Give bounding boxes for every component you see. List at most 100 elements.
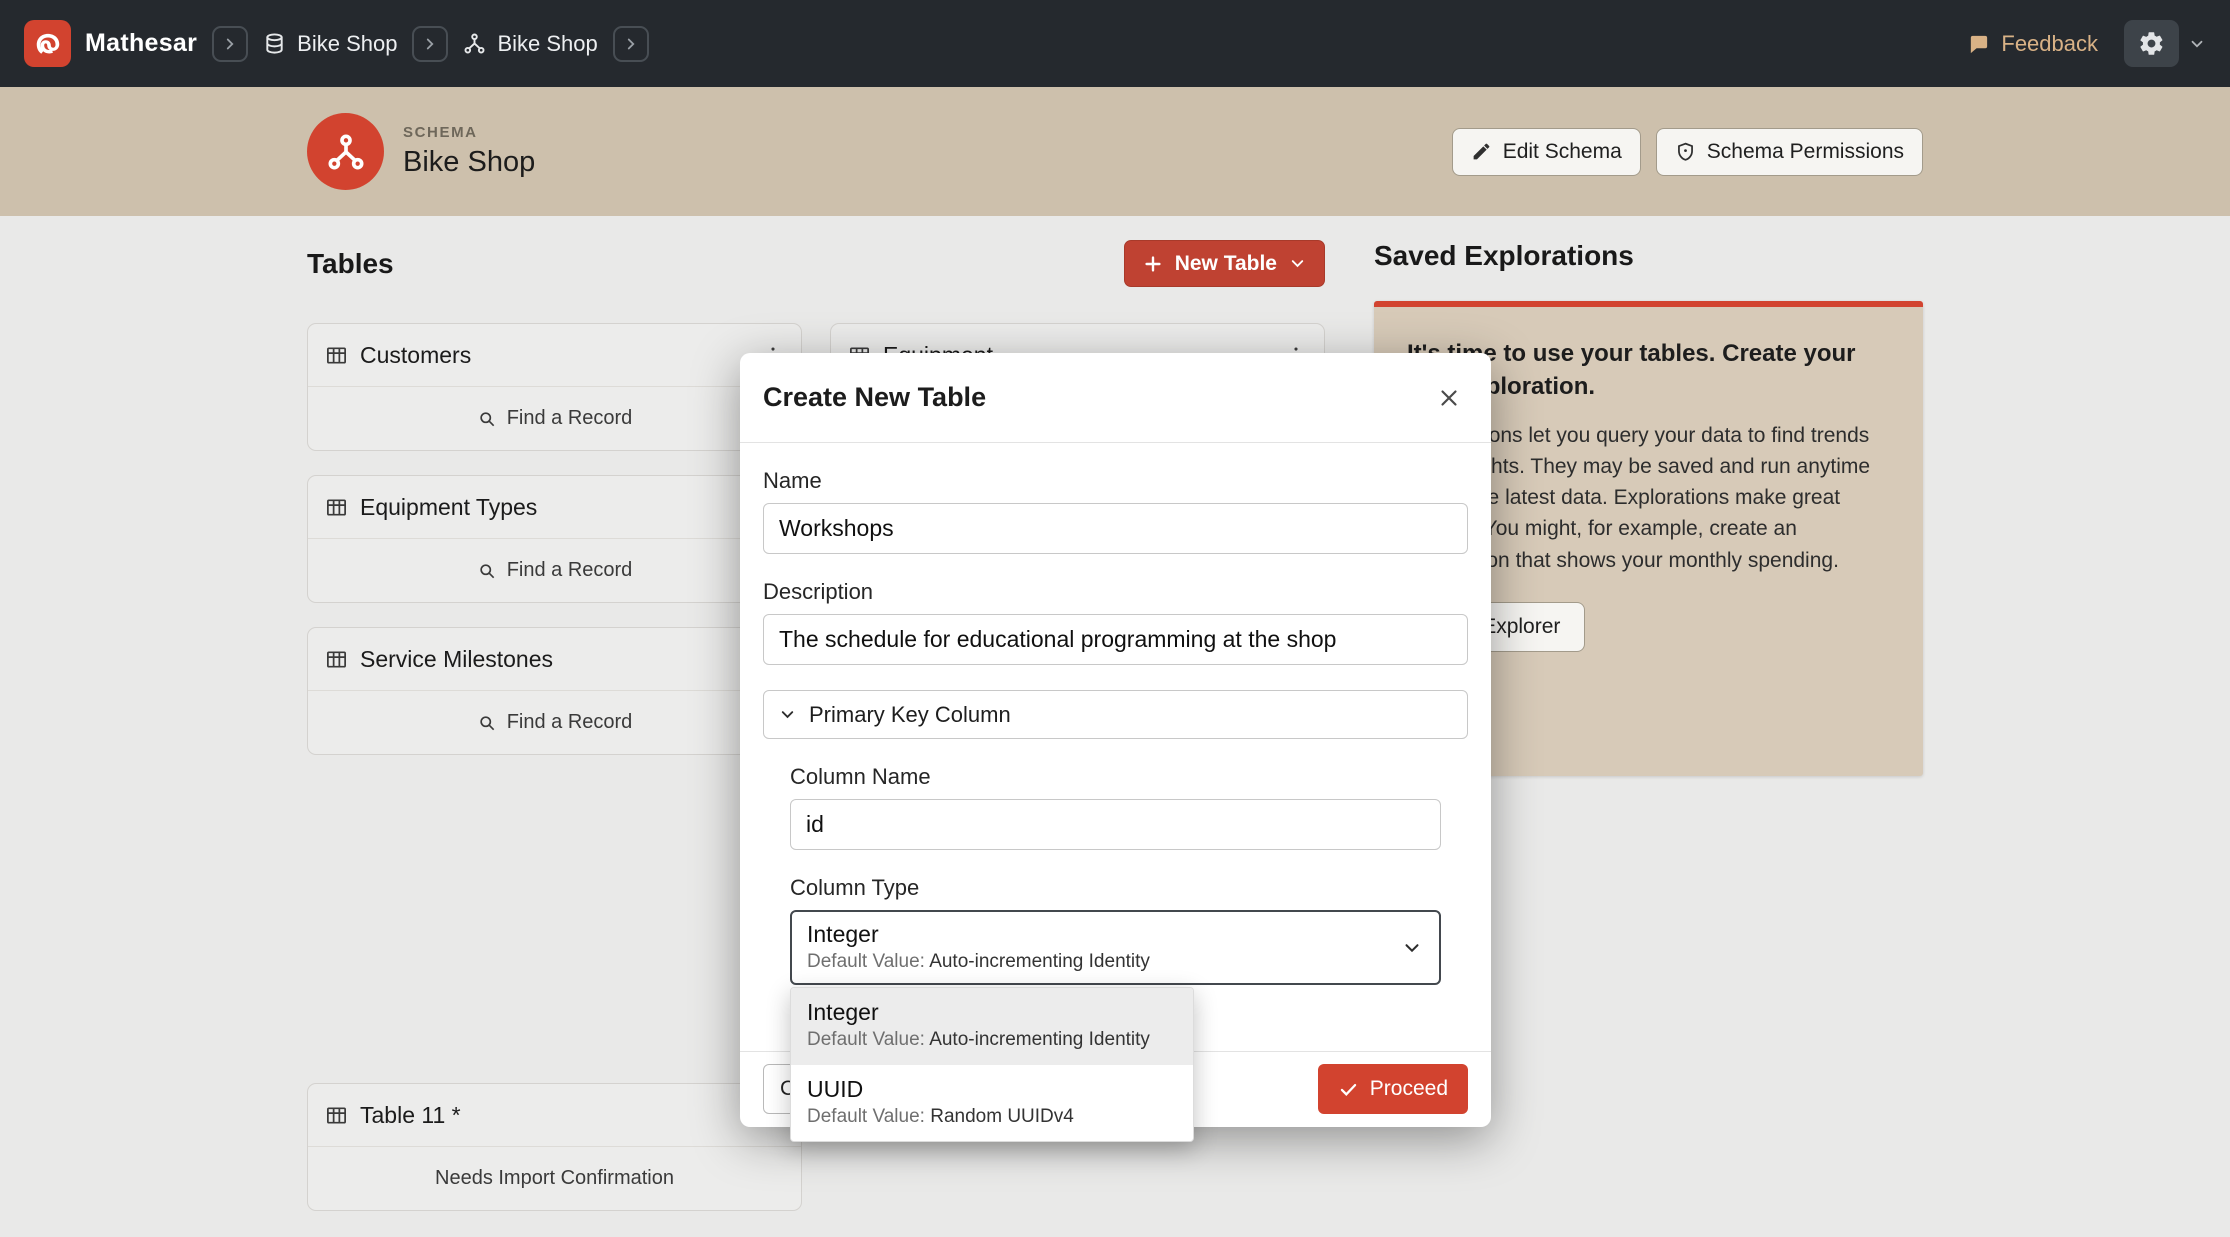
chevron-right-icon — [421, 35, 439, 53]
brand-name: Mathesar — [85, 29, 197, 58]
create-new-table-modal: Create New Table Name Description Primar… — [740, 353, 1491, 1127]
main-content: Tables New Table Customers Find a Record — [0, 216, 2230, 1237]
breadcrumb-switcher-2[interactable] — [412, 26, 448, 62]
breadcrumb-database-label: Bike Shop — [297, 31, 397, 57]
saved-explorations-heading: Saved Explorations — [1374, 240, 1923, 272]
find-record-label: Find a Record — [507, 711, 633, 734]
chevron-down-icon — [1288, 254, 1307, 273]
close-icon — [1436, 385, 1462, 411]
table-link[interactable]: Service Milestones — [308, 628, 801, 691]
dropdown-option-integer[interactable]: Integer Default Value: Auto-incrementing… — [791, 988, 1193, 1064]
schema-icon — [326, 132, 366, 172]
check-icon — [1338, 1079, 1359, 1100]
top-navbar: Mathesar Bike Shop Bike Shop Feedback — [0, 0, 2230, 87]
option-detail: Default Value: Auto-incrementing Identit… — [807, 1029, 1177, 1051]
breadcrumb-switcher-3[interactable] — [613, 26, 649, 62]
modal-title: Create New Table — [763, 382, 986, 413]
table-name: Equipment Types — [360, 494, 537, 521]
name-field-label: Name — [763, 468, 1468, 494]
feedback-link[interactable]: Feedback — [1967, 31, 2098, 57]
plus-icon — [1142, 253, 1164, 275]
settings-button[interactable] — [2124, 20, 2179, 67]
dropdown-option-uuid[interactable]: UUID Default Value: Random UUIDv4 — [791, 1064, 1193, 1141]
chevron-right-icon — [622, 35, 640, 53]
table-card-service-milestones: Service Milestones Find a Record — [307, 627, 802, 755]
modal-close-button[interactable] — [1430, 379, 1468, 417]
find-record-label: Find a Record — [507, 559, 633, 582]
settings-menu[interactable] — [2124, 20, 2206, 67]
proceed-label: Proceed — [1370, 1077, 1448, 1101]
table-card-table-11: Table 11 * Needs Import Confirmation — [307, 1083, 802, 1211]
default-value-label: Default Value: — [807, 1106, 925, 1127]
default-value-text: Auto-incrementing Identity — [929, 951, 1150, 972]
chevron-down-icon — [2188, 35, 2206, 53]
new-table-label: New Table — [1175, 252, 1277, 276]
primary-key-section-label: Primary Key Column — [809, 702, 1011, 728]
breadcrumb-schema-label: Bike Shop — [497, 31, 597, 57]
find-record-button[interactable]: Find a Record — [308, 387, 801, 450]
pencil-icon — [1471, 141, 1492, 162]
table-name-input[interactable] — [763, 503, 1468, 554]
default-value-text: Auto-incrementing Identity — [929, 1029, 1150, 1050]
breadcrumb-schema[interactable]: Bike Shop — [463, 31, 597, 57]
breadcrumb-database[interactable]: Bike Shop — [263, 31, 397, 57]
column-name-label: Column Name — [790, 764, 1441, 790]
schema-permissions-label: Schema Permissions — [1707, 140, 1904, 164]
mathesar-logo-icon — [24, 20, 71, 67]
find-record-button[interactable]: Find a Record — [308, 691, 801, 754]
primary-key-section-toggle[interactable]: Primary Key Column — [763, 690, 1468, 739]
primary-key-section-body: Column Name Column Type Integer Default … — [763, 764, 1468, 985]
column-name-input[interactable] — [790, 799, 1441, 850]
breadcrumb-switcher-1[interactable] — [212, 26, 248, 62]
column-type-select[interactable]: Integer Default Value: Auto-incrementing… — [790, 910, 1441, 985]
table-link[interactable]: Customers — [308, 324, 801, 387]
table-card-equipment-types: Equipment Types Find a Record — [307, 475, 802, 603]
schema-avatar — [307, 113, 384, 190]
speech-bubble-icon — [1967, 32, 1990, 55]
option-name: Integer — [807, 999, 1177, 1026]
import-status-label: Needs Import Confirmation — [435, 1167, 674, 1190]
feedback-label: Feedback — [2001, 31, 2098, 57]
chevron-right-icon — [221, 35, 239, 53]
proceed-button[interactable]: Proceed — [1318, 1064, 1468, 1114]
default-value-label: Default Value: — [807, 1029, 925, 1050]
table-icon — [325, 648, 348, 671]
table-name: Service Milestones — [360, 646, 553, 673]
default-value-text: Random UUIDv4 — [930, 1106, 1074, 1127]
magnifier-icon — [477, 409, 497, 429]
mathesar-brand[interactable]: Mathesar — [24, 20, 197, 67]
schema-kicker: SCHEMA — [403, 124, 535, 141]
schema-icon — [463, 32, 486, 55]
shield-icon — [1675, 141, 1696, 162]
needs-import-confirmation-link[interactable]: Needs Import Confirmation — [308, 1147, 801, 1210]
navbar-right: Feedback — [1967, 20, 2206, 67]
table-icon — [325, 344, 348, 367]
chevron-down-icon — [1401, 937, 1423, 959]
option-detail: Default Value: Random UUIDv4 — [807, 1106, 1177, 1128]
selected-type-detail: Default Value: Auto-incrementing Identit… — [807, 951, 1383, 973]
option-name: UUID — [807, 1076, 1177, 1103]
table-link[interactable]: Table 11 * — [308, 1084, 801, 1147]
new-table-button[interactable]: New Table — [1124, 240, 1325, 287]
tables-section-header: Tables New Table — [307, 240, 1325, 287]
edit-schema-button[interactable]: Edit Schema — [1452, 128, 1641, 176]
page-title: Bike Shop — [403, 146, 535, 179]
schema-permissions-button[interactable]: Schema Permissions — [1656, 128, 1923, 176]
find-record-button[interactable]: Find a Record — [308, 539, 801, 602]
table-card-customers: Customers Find a Record — [307, 323, 802, 451]
modal-body: Name Description Primary Key Column Colu… — [740, 468, 1491, 985]
magnifier-icon — [477, 561, 497, 581]
tables-heading: Tables — [307, 248, 394, 280]
find-record-label: Find a Record — [507, 407, 633, 430]
default-value-label: Default Value: — [807, 951, 925, 972]
chevron-down-icon — [778, 705, 797, 724]
table-description-input[interactable] — [763, 614, 1468, 665]
modal-header: Create New Table — [740, 353, 1491, 443]
table-name: Table 11 * — [360, 1102, 461, 1129]
table-name: Customers — [360, 342, 471, 369]
description-field-label: Description — [763, 579, 1468, 605]
table-icon — [325, 496, 348, 519]
schema-actions: Edit Schema Schema Permissions — [1452, 128, 1923, 176]
column-type-label: Column Type — [790, 875, 1441, 901]
table-link[interactable]: Equipment Types — [308, 476, 801, 539]
